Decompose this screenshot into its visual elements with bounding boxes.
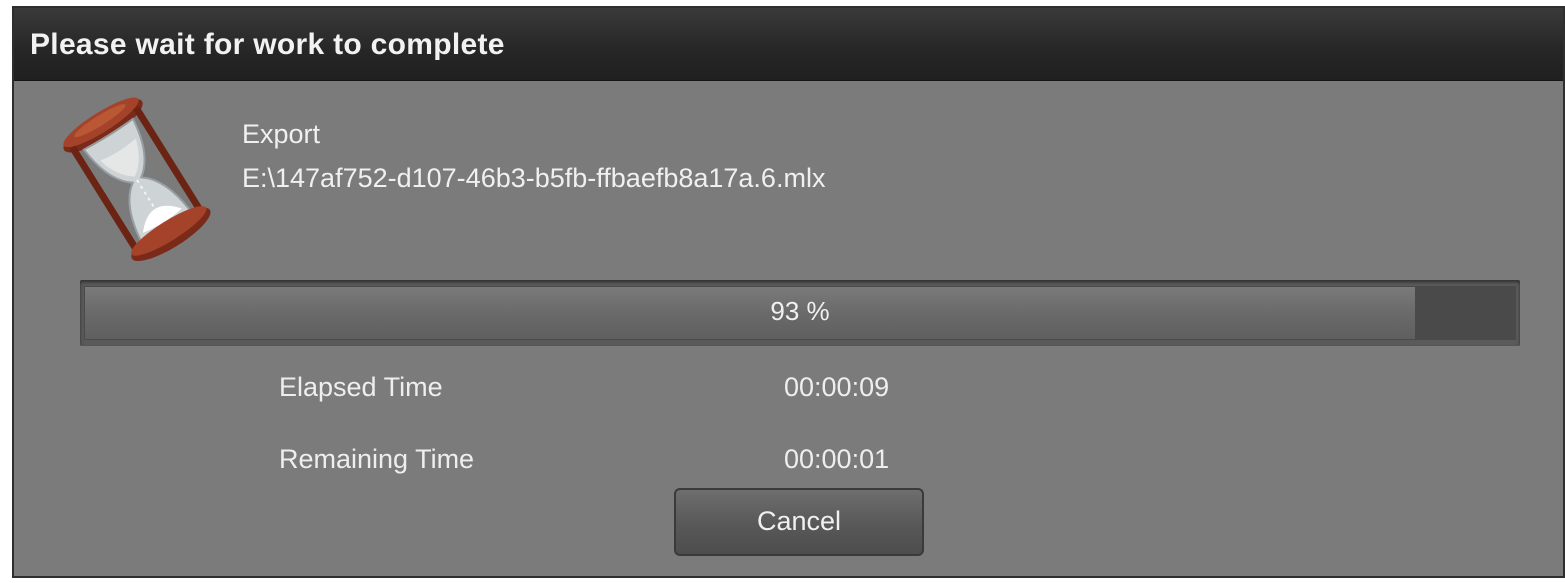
cancel-button[interactable]: Cancel [674,488,924,556]
file-path: E:\147af752-d107-46b3-b5fb-ffbaefb8a17a.… [242,163,826,193]
progress-bar: 93 % [80,280,1520,346]
dialog-titlebar[interactable]: Please wait for work to complete [14,8,1563,81]
remaining-time-label: Remaining Time [279,444,475,474]
operation-label: Export [242,119,321,149]
task-info: Export E:\147af752-d107-46b3-b5fb-ffbaef… [242,112,825,200]
remaining-time-value: 00:00:01 [784,444,890,474]
elapsed-time-value: 00:00:09 [784,372,890,402]
progress-dialog: Please wait for work to complete Export … [12,6,1565,578]
hourglass-icon [52,88,222,268]
dialog-title: Please wait for work to complete [30,28,505,61]
progress-percent: 93 % [770,296,830,326]
elapsed-time-label: Elapsed Time [279,372,443,402]
